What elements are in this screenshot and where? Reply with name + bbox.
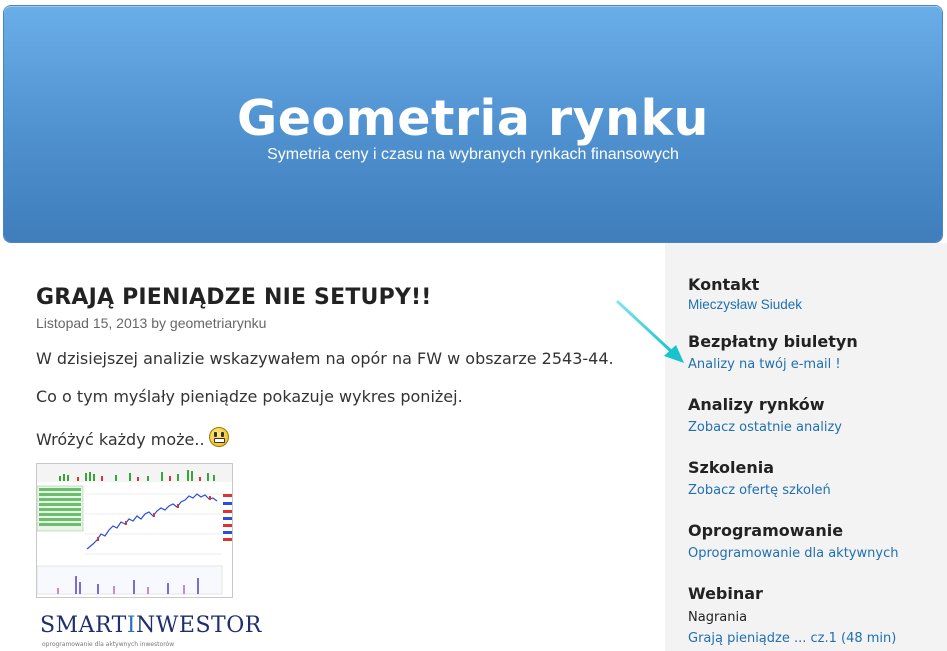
- post-date: Listopad 15, 2013: [36, 315, 148, 331]
- site-header: Geometria rynku Symetria ceny i czasu na…: [4, 6, 942, 242]
- logo-part-2: I: [126, 613, 137, 638]
- widget-kontakt: Kontakt Mieczysław Siudek: [688, 275, 802, 312]
- annotation-arrow-icon: [616, 300, 684, 363]
- widget-biuletyn: Bezpłatny biuletyn Analizy na twój e-mai…: [688, 332, 858, 372]
- contact-link[interactable]: Mieczysław Siudek: [688, 297, 802, 312]
- trainings-link[interactable]: Zobacz ofertę szkoleń: [688, 483, 831, 498]
- post-author-link[interactable]: geometriarynku: [170, 315, 267, 331]
- logo-part-1: SMART: [40, 613, 127, 638]
- smart-inwestor-logo[interactable]: SMARTINWESTOR oprogramowanie dla aktywny…: [40, 613, 261, 651]
- newsletter-link[interactable]: Analizy na twój e-mail !: [688, 357, 858, 372]
- webinar-link[interactable]: Grają pieniądze ... cz.1 (48 min): [688, 631, 896, 646]
- widget-title: Oprogramowanie: [688, 521, 844, 540]
- software-link[interactable]: Oprogramowanie dla aktywnych: [688, 546, 898, 561]
- widget-szkolenia: Szkolenia Zobacz ofertę szkoleń: [688, 458, 831, 498]
- widget-title: Webinar: [688, 584, 763, 603]
- logo-subtitle: oprogramowanie dla aktywnych inwestorów: [42, 641, 175, 648]
- post-title[interactable]: GRAJĄ PIENIĄDZE NIE SETUPY!!: [36, 285, 432, 310]
- post-meta: Listopad 15, 2013 by geometriarynku: [36, 315, 266, 331]
- post-paragraph-3-text: Wróżyć każdy może..: [36, 430, 205, 449]
- logo-wordmark: SMARTINWESTOR: [40, 613, 261, 639]
- site-title[interactable]: Geometria rynku: [4, 90, 942, 147]
- widget-title: Analizy rynków: [688, 395, 825, 414]
- sidebar: Kontakt Mieczysław Siudek Bezpłatny biul…: [665, 243, 947, 651]
- widget-title: Kontakt: [688, 275, 760, 294]
- widget-title: Szkolenia: [688, 458, 775, 477]
- chart-thumbnail[interactable]: [36, 463, 233, 598]
- widget-analizy: Analizy rynków Zobacz ostatnie analizy: [688, 395, 842, 435]
- grin-smiley-icon: [208, 427, 229, 447]
- post-paragraph-2: Co o tym myślały pieniądze pokazuje wykr…: [36, 387, 463, 406]
- webinar-recordings-label: Nagrania: [688, 610, 748, 625]
- widget-title: Bezpłatny biuletyn: [688, 332, 858, 351]
- widget-webinar: Webinar Nagrania Grają pieniądze ... cz.…: [688, 584, 896, 646]
- chart-thumbnail-graphic: [36, 464, 232, 597]
- widget-oprogramowanie: Oprogramowanie Oprogramowanie dla aktywn…: [688, 521, 898, 561]
- site-tagline: Symetria ceny i czasu na wybranych rynka…: [267, 146, 679, 163]
- analyses-link[interactable]: Zobacz ostatnie analizy: [688, 420, 842, 435]
- post-by: by: [151, 315, 167, 331]
- logo-part-3: NWESTOR: [136, 613, 262, 638]
- post-paragraph-3: Wróżyć każdy może..: [36, 427, 229, 449]
- post-paragraph-1: W dzisiejszej analizie wskazywałem na op…: [36, 349, 614, 368]
